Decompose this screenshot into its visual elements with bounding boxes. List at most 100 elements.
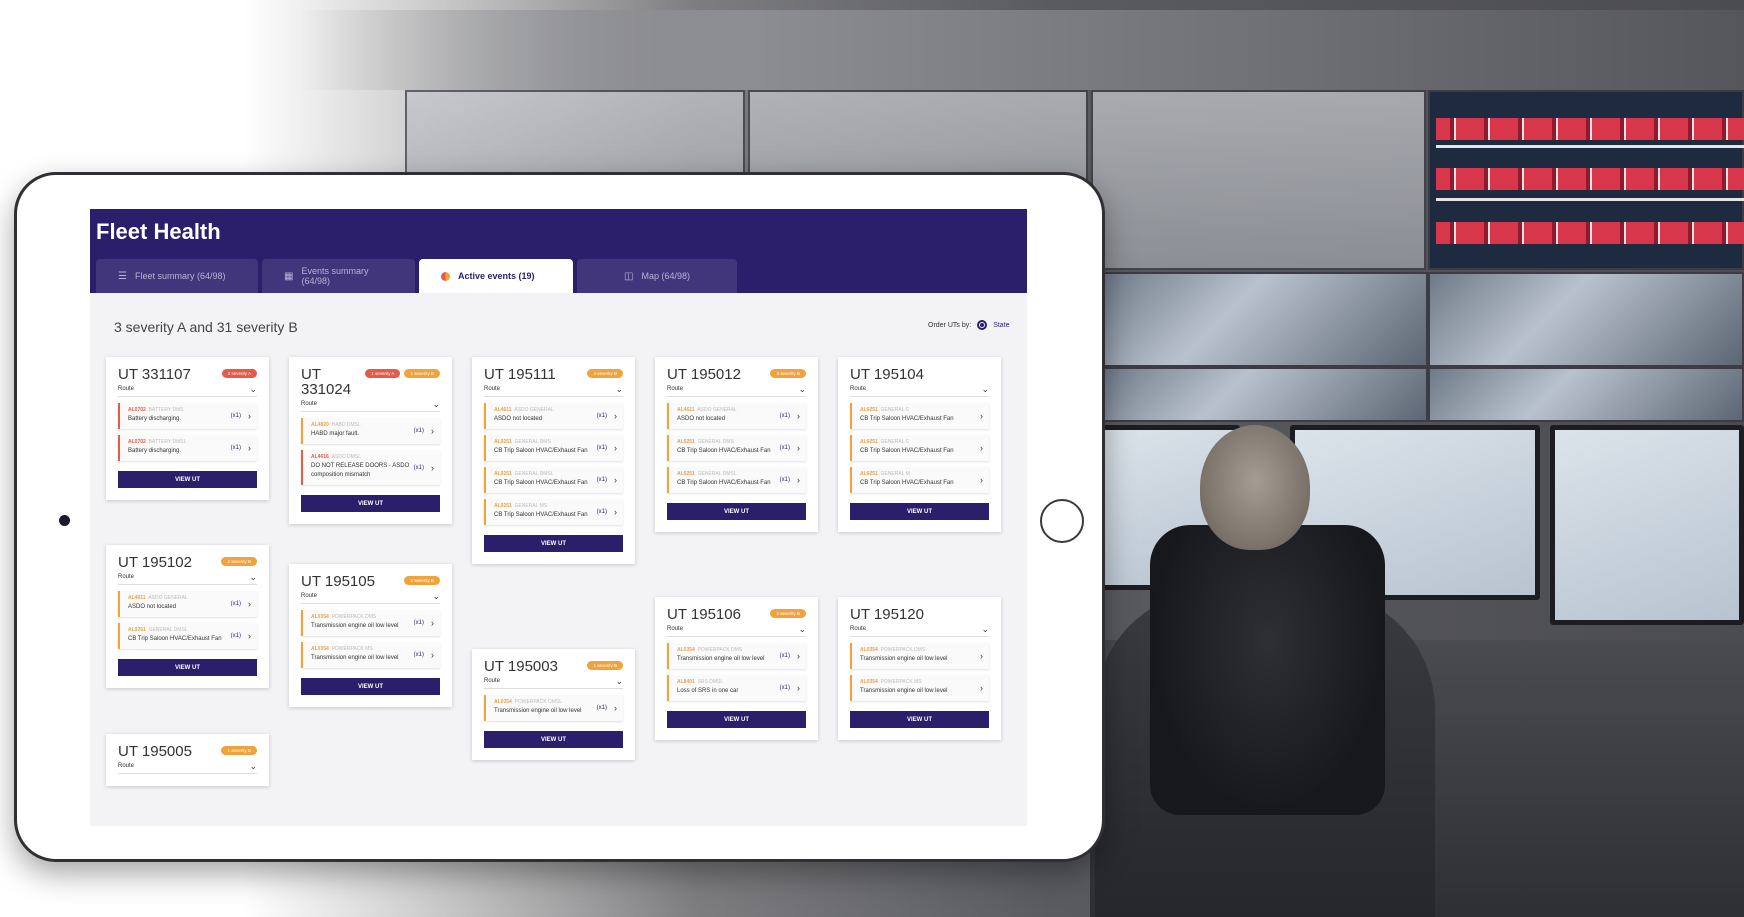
event-item[interactable]: AL0702 BATTERY DMS Battery discharging. (x… (118, 403, 257, 429)
ut-card: UT 195012 3 severity B Route ⌄ AL4611 ASDO G… (655, 357, 818, 532)
event-systems: BATTERY DMS (148, 407, 184, 413)
route-dropdown[interactable]: Route ⌄ (667, 625, 806, 637)
route-dropdown[interactable]: Route ⌄ (484, 677, 623, 689)
operator-head (1200, 425, 1310, 550)
ut-number: UT 195003 (484, 658, 558, 675)
event-item[interactable]: AL4820 HABD DMSL HABD major fault. (x1) › (301, 418, 440, 444)
event-description: ASDO not located (677, 416, 726, 422)
event-code: AL0354 (677, 647, 695, 653)
tab-map[interactable]: ◫ Map (64/98) (577, 259, 737, 293)
event-item[interactable]: AL9251 GENERAL C CB Trip Saloon HVAC/Exha… (850, 435, 989, 461)
event-tags: AL0354 POWERPACK MS (860, 679, 983, 685)
event-item[interactable]: AL9251 GENERAL DMSL CB Trip Saloon HVAC/E… (118, 623, 257, 649)
event-item[interactable]: AL9251 GENERAL DMS CB Trip Saloon HVAC/Ex… (667, 435, 806, 461)
route-dropdown[interactable]: Route ⌄ (118, 762, 257, 774)
event-item[interactable]: AL4616 ASDO DMSL DO NOT RELEASE DOORS - A… (301, 450, 440, 485)
ut-card: UT 195120 Route ⌄ AL0354 POWERPACK DMS Trans… (838, 597, 1001, 740)
view-ut-button[interactable]: VIEW UT (484, 535, 623, 552)
event-count: (x1) (779, 685, 790, 691)
tablet-home-button[interactable] (1040, 499, 1084, 543)
state-radio[interactable] (977, 320, 988, 330)
event-item[interactable]: AL9251 GENERAL DMSL CB Trip Saloon HVAC/E… (484, 467, 623, 493)
chevron-right-icon: › (980, 411, 983, 421)
event-code: AL4611 (128, 595, 146, 601)
event-item[interactable]: AL9251 GENERAL M CB Trip Saloon HVAC/Exha… (850, 467, 989, 493)
chevron-right-icon: › (797, 683, 800, 693)
view-ut-button[interactable]: VIEW UT (118, 659, 257, 676)
event-item[interactable]: AL0354 POWERPACK DMS Transmission engine … (850, 643, 989, 669)
ut-number: UT 195102 (118, 554, 192, 571)
event-item[interactable]: AL8401 SRS DMSL Loss of SRS in one car (x1… (667, 675, 806, 701)
chevron-right-icon: › (614, 475, 617, 485)
tab-active-events[interactable]: Active events (19) (419, 259, 573, 293)
route-dropdown[interactable]: Route ⌄ (301, 400, 440, 412)
tab-fleet-summary[interactable]: ☰ Fleet summary (64/98) (96, 259, 258, 293)
tab-events-summary[interactable]: ▦ Events summary (64/98) (262, 259, 415, 293)
chevron-right-icon: › (431, 426, 434, 436)
chevron-right-icon: › (431, 462, 434, 473)
tab-label: Fleet summary (64/98) (134, 271, 226, 281)
event-item[interactable]: AL9251 GENERAL DMS CB Trip Saloon HVAC/Ex… (484, 435, 623, 461)
event-count: (x1) (779, 445, 790, 451)
event-item[interactable]: AL9251 GENERAL C CB Trip Saloon HVAC/Exha… (850, 403, 989, 429)
event-item[interactable]: AL4611 ASDO GENERAL ASDO not located (x1) › (667, 403, 806, 429)
card-header: UT 195012 3 severity B (667, 367, 806, 382)
view-ut-button[interactable]: VIEW UT (850, 711, 989, 728)
view-ut-button[interactable]: VIEW UT (667, 503, 806, 520)
event-code: AL4820 (311, 422, 329, 428)
route-dropdown[interactable]: Route ⌄ (484, 385, 623, 397)
event-systems: POWERPACK DMS (880, 647, 926, 653)
route-dropdown[interactable]: Route ⌄ (850, 625, 989, 637)
card-header: UT 195102 2 severity B (118, 555, 257, 570)
chevron-right-icon: › (980, 651, 983, 661)
order-by-control: Order UTs by: State (928, 320, 1010, 330)
ut-number: UT 195012 (667, 366, 741, 383)
ceiling (300, 10, 1744, 90)
route-label: Route (850, 386, 867, 392)
ut-card: UT 331024 1 severity A1 severity B Route ⌄ A… (289, 357, 452, 524)
cctv-screen (1098, 367, 1428, 422)
event-description: Loss of SRS in one car (677, 688, 739, 694)
cctv-screen (1098, 272, 1428, 367)
event-tags: AL9251 GENERAL M (860, 471, 983, 477)
event-description: CB Trip Saloon HVAC/Exhaust Fan (128, 636, 222, 642)
card-header: UT 195111 4 severity B (484, 367, 623, 382)
event-item[interactable]: AL0354 POWERPACK DMS Transmission engine … (667, 643, 806, 669)
list-icon: ☰ (118, 270, 127, 282)
route-dropdown[interactable]: Route ⌄ (667, 385, 806, 397)
event-item[interactable]: AL9251 GENERAL MS CB Trip Saloon HVAC/Exh… (484, 499, 623, 525)
event-item[interactable]: AL0354 POWERPACK DMSL Transmission engine… (484, 695, 623, 721)
event-item[interactable]: AL0354 POWERPACK DMS Transmission engine … (301, 610, 440, 636)
ut-card: UT 331107 2 severity A Route ⌄ AL0702 BATTER… (106, 357, 269, 500)
event-item[interactable]: AL0702 BATTERY DMSL Battery discharging. (… (118, 435, 257, 461)
view-ut-button[interactable]: VIEW UT (667, 711, 806, 728)
route-dropdown[interactable]: Route ⌄ (118, 385, 257, 397)
route-dropdown[interactable]: Route ⌄ (118, 572, 257, 585)
view-ut-button[interactable]: VIEW UT (484, 731, 623, 748)
event-item[interactable]: AL4611 ASDO GENERAL ASDO not located (x1) › (484, 403, 623, 429)
chevron-right-icon: › (797, 475, 800, 485)
route-dropdown[interactable]: Route ⌄ (301, 592, 440, 604)
event-code: AL0354 (494, 699, 512, 705)
event-item[interactable]: AL0354 POWERPACK MS Transmission engine o… (301, 642, 440, 668)
event-description: CB Trip Saloon HVAC/Exhaust Fan (677, 480, 771, 486)
chevron-right-icon: › (980, 443, 983, 453)
order-label: Order UTs by: (928, 321, 972, 329)
view-ut-button[interactable]: VIEW UT (301, 678, 440, 695)
event-systems: BATTERY DMSL (148, 439, 187, 445)
event-code: AL9251 (494, 503, 512, 509)
event-item[interactable]: AL0354 POWERPACK MS Transmission engine o… (850, 675, 989, 701)
route-dropdown[interactable]: Route ⌄ (850, 385, 989, 397)
event-code: AL9251 (677, 439, 695, 445)
chevron-right-icon: › (980, 475, 983, 485)
view-ut-button[interactable]: VIEW UT (301, 495, 440, 512)
view-ut-button[interactable]: VIEW UT (850, 503, 989, 520)
chevron-right-icon: › (797, 651, 800, 661)
event-item[interactable]: AL4611 ASDO GENERAL ASDO not located (x1) › (118, 591, 257, 617)
tab-bar: ☰ Fleet summary (64/98) ▦ Events summary… (96, 259, 737, 293)
event-description: CB Trip Saloon HVAC/Exhaust Fan (494, 448, 588, 454)
chevron-right-icon: › (797, 411, 800, 421)
chevron-down-icon: ⌄ (249, 572, 257, 582)
event-item[interactable]: AL9251 GENERAL DMSL CB Trip Saloon HVAC/E… (667, 467, 806, 493)
view-ut-button[interactable]: VIEW UT (118, 471, 257, 488)
